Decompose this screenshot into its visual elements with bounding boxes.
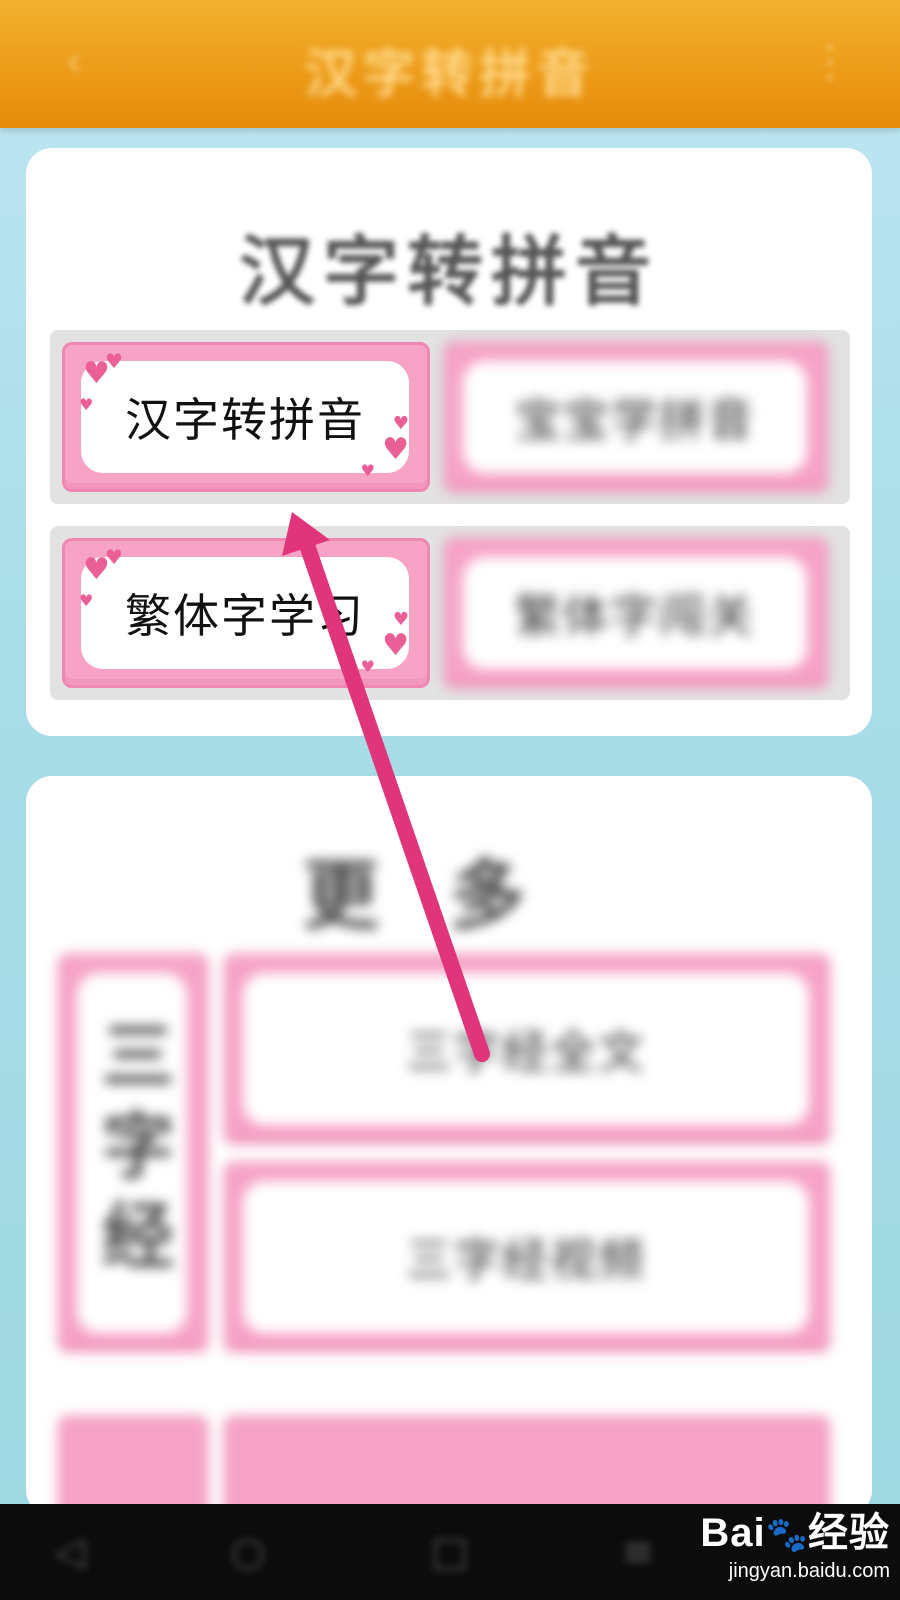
video-button[interactable]: 三字经视频 [224,1162,830,1352]
heart-icon: ♥ [392,609,409,630]
menu-nav-icon[interactable]: ≡ [608,1530,668,1574]
heart-icon: ♥ [79,395,94,414]
tile-label: 繁体字闯关 [463,557,807,669]
watermark-brand-cn: 经验 [808,1511,890,1555]
app-header: ‹ 汉字转拼音 ⋮ [0,0,900,128]
section-title: 汉字转拼音 [239,227,659,316]
heart-icon: ♥ [360,461,375,480]
baby-pinyin-button[interactable]: 宝宝学拼音 [444,342,828,492]
home-nav-icon[interactable]: ○ [218,1530,278,1574]
heart-icon: ♥ [382,628,409,663]
heart-icon: ♥ [360,657,375,676]
tile-label: 汉字转拼音 [81,361,409,473]
section-title: 更多 [303,851,595,940]
watermark-url: jingyan.baidu.com [728,1560,890,1582]
paw-icon: 🐾 [765,1515,808,1555]
header-title: 汉字转拼音 [304,45,595,105]
tile-label: 三字经全文 [243,973,809,1125]
tile-label: 三字经视频 [243,1181,809,1333]
more-vertical-icon[interactable]: ⋮ [808,34,852,90]
watermark-brand: Bai [700,1511,766,1555]
heart-icon: ♥ [105,545,123,569]
heart-icon: ♥ [392,413,409,434]
three-character-classic-tile[interactable]: 三字经 [58,954,208,1352]
traditional-challenge-button[interactable]: 繁体字闯关 [444,538,828,688]
more-section: 更多 三字经 三字经全文 三字经视频 [26,776,872,1536]
tile-label: 三字经 [77,973,187,1333]
traditional-chinese-button[interactable]: 繁体字学习 ♥ ♥ ♥ ♥ ♥ ♥ [62,538,430,688]
tile-label: 宝宝学拼音 [463,361,807,473]
full-text-button[interactable]: 三字经全文 [224,954,830,1144]
heart-icon: ♥ [382,432,409,467]
baidu-watermark: Bai🐾经验 jingyan.baidu.com [690,1500,890,1590]
tile-label: 繁体字学习 [81,557,409,669]
back-nav-icon[interactable]: ◁ [40,1530,100,1574]
hanzi-to-pinyin-button[interactable]: 汉字转拼音 ♥ ♥ ♥ ♥ ♥ ♥ [62,342,430,492]
heart-icon: ♥ [105,349,123,373]
heart-icon: ♥ [79,591,94,610]
pinyin-section: 汉字转拼音 汉字转拼音 ♥ ♥ ♥ ♥ ♥ ♥ 宝宝学拼音 繁体字学习 ♥ ♥ … [26,148,872,736]
recent-apps-icon[interactable]: □ [420,1530,480,1574]
